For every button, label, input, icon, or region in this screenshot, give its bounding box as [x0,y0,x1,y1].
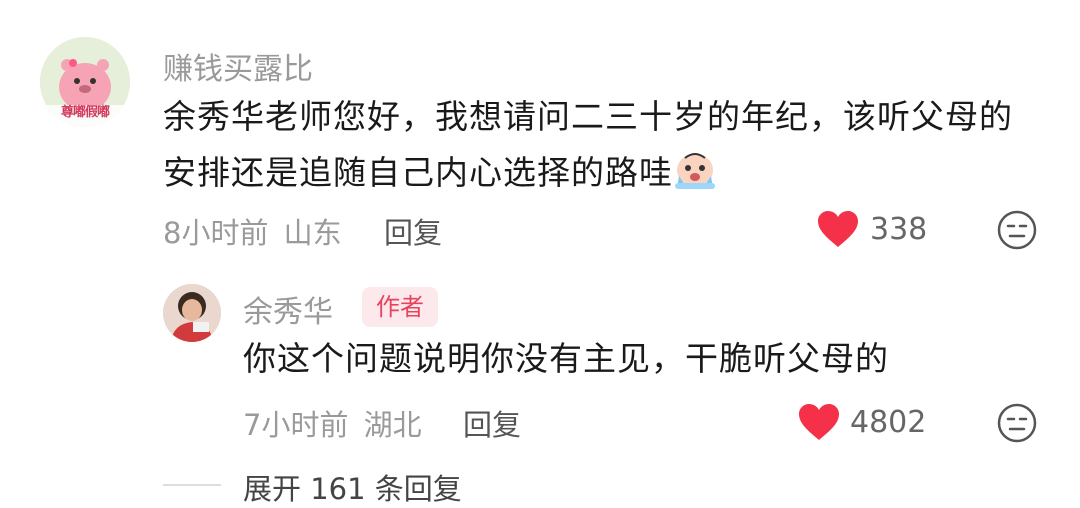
expand-replies-button[interactable]: 展开 161 条回复 [243,466,462,508]
crying-emoji-icon [673,150,717,207]
comment-line-1: 余秀华老师您好，我想请问二三十岁的年纪，该听父母的 [163,97,1013,136]
reply-reply-button[interactable]: 回复 [463,402,521,444]
comment-text: 余秀华老师您好，我想请问二三十岁的年纪，该听父母的 安排还是追随自己内心选择的路… [163,89,1013,207]
author-badge: 作者 [362,287,438,327]
reply-username[interactable]: 余秀华 [243,287,333,331]
comment-time: 8小时前 [163,216,269,250]
avatar-caption: 尊嘟假嘟 [60,105,110,120]
comment-meta: 8小时前 山东 [163,210,342,252]
reply-dislike-face-icon[interactable] [996,402,1038,444]
avatar[interactable]: 尊嘟假嘟 [40,37,130,127]
author-photo-icon [163,284,221,342]
dislike-face-icon[interactable] [996,209,1038,251]
comment-line-2: 安排还是追随自己内心选择的路哇 [163,145,1013,207]
comment-username[interactable]: 赚钱买露比 [163,44,313,88]
expand-divider [163,484,221,486]
like-count: 338 [870,212,928,247]
reply-button[interactable]: 回复 [384,210,442,252]
comment-location: 山东 [283,216,342,250]
reply-meta: 7小时前 湖北 [243,402,422,444]
reply-text: 你这个问题说明你没有主见，干脆听父母的 [243,339,889,378]
reply-time: 7小时前 [243,408,349,442]
reply-location: 湖北 [363,408,422,442]
reply-like-count: 4802 [850,405,927,440]
reply-avatar[interactable] [163,284,221,342]
reply-like-heart-icon[interactable] [797,402,841,442]
like-heart-icon[interactable] [816,209,860,249]
